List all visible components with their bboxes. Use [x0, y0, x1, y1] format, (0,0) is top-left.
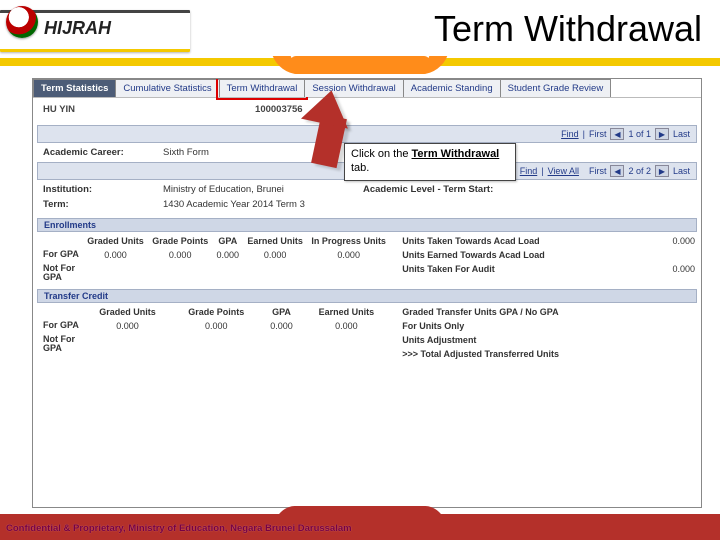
slide-header: HIJRAH Term Withdrawal [0, 0, 720, 66]
term-label: Term: [43, 199, 163, 210]
col-inprog-units: In Progress Units [307, 234, 390, 248]
tab-student-grade-review[interactable]: Student Grade Review [500, 79, 612, 97]
prev-button-2[interactable]: ◀ [610, 165, 624, 177]
logo-strip: HIJRAH [0, 10, 190, 52]
institution-label: Institution: [43, 184, 163, 195]
next-button-2[interactable]: ▶ [655, 165, 669, 177]
tab-session-withdrawal[interactable]: Session Withdrawal [304, 79, 403, 97]
first-label: First [589, 129, 607, 139]
student-row: HU YIN 100003756 [33, 98, 701, 125]
tab-academic-standing[interactable]: Academic Standing [403, 79, 501, 97]
term-value: 1430 Academic Year 2014 Term 3 [163, 199, 383, 210]
enrollments-area: Graded Units Grade Points GPA Earned Uni… [33, 232, 701, 285]
col-grade-points: Grade Points [148, 234, 212, 248]
tab-row: Term Statistics Cumulative Statistics Te… [33, 79, 701, 98]
confidential-text: Confidential & Proprietary, Ministry of … [6, 523, 352, 534]
find-link-2[interactable]: Find [520, 166, 538, 176]
acad-level-label: Academic Level - Term Start: [363, 184, 493, 195]
section-band-career: Find | First ◀ 1 of 1 ▶ Last [37, 125, 697, 143]
accent-tab-top [290, 56, 430, 74]
enrollments-table: Graded Units Grade Points GPA Earned Uni… [39, 234, 390, 285]
nav-controls-2: Find | View All First ◀ 2 of 2 ▶ Last [520, 165, 690, 177]
student-id: 100003756 [255, 104, 303, 115]
col-gpa: GPA [212, 234, 243, 248]
col-graded-units: Graded Units [83, 234, 148, 248]
enrollments-band: Enrollments [37, 218, 697, 232]
table-row: For GPA 0.000 0.000 0.000 0.000 0.000 [39, 248, 390, 262]
table-row: Not For GPA [39, 262, 390, 285]
last-label-2: Last [673, 166, 690, 176]
transfer-area: Graded Units Grade Points GPA Earned Uni… [33, 303, 701, 361]
viewall-link[interactable]: View All [548, 166, 579, 176]
transfer-right-col: Graded Transfer Units GPA / No GPA For U… [390, 305, 695, 361]
brand-text: HIJRAH [44, 18, 111, 39]
institution-value: Ministry of Education, Brunei [163, 184, 333, 195]
tab-term-statistics[interactable]: Term Statistics [33, 79, 116, 97]
career-label: Academic Career: [43, 147, 163, 158]
term-row: Term: 1430 Academic Year 2014 Term 3 [33, 199, 701, 214]
position-text-2: 2 of 2 [628, 166, 651, 176]
annotation-callout: Click on the Term Withdrawal tab. [344, 143, 516, 181]
page-title: Term Withdrawal [434, 8, 702, 50]
enroll-right-col: Units Taken Towards Acad Load0.000 Units… [390, 234, 695, 285]
table-row: Not For GPA [39, 333, 390, 356]
next-button[interactable]: ▶ [655, 128, 669, 140]
row-not-for-gpa: Not For GPA [39, 262, 83, 285]
institution-row: Institution: Ministry of Education, Brun… [33, 180, 701, 199]
nav-controls-1: Find | First ◀ 1 of 1 ▶ Last [561, 128, 690, 140]
emblem-icon [6, 6, 38, 38]
find-link[interactable]: Find [561, 129, 579, 139]
first-label-2: First [589, 166, 607, 176]
col-earned-units: Earned Units [243, 234, 307, 248]
position-text: 1 of 1 [628, 129, 651, 139]
student-name: HU YIN [43, 104, 75, 115]
table-row: For GPA 0.000 0.000 0.000 0.000 [39, 319, 390, 333]
last-label: Last [673, 129, 690, 139]
tab-term-withdrawal[interactable]: Term Withdrawal [219, 79, 306, 97]
transfer-table: Graded Units Grade Points GPA Earned Uni… [39, 305, 390, 356]
career-value: Sixth Form [163, 147, 273, 158]
tab-cumulative-statistics[interactable]: Cumulative Statistics [115, 79, 219, 97]
row-for-gpa: For GPA [39, 248, 83, 262]
transfer-band: Transfer Credit [37, 289, 697, 303]
prev-button[interactable]: ◀ [610, 128, 624, 140]
